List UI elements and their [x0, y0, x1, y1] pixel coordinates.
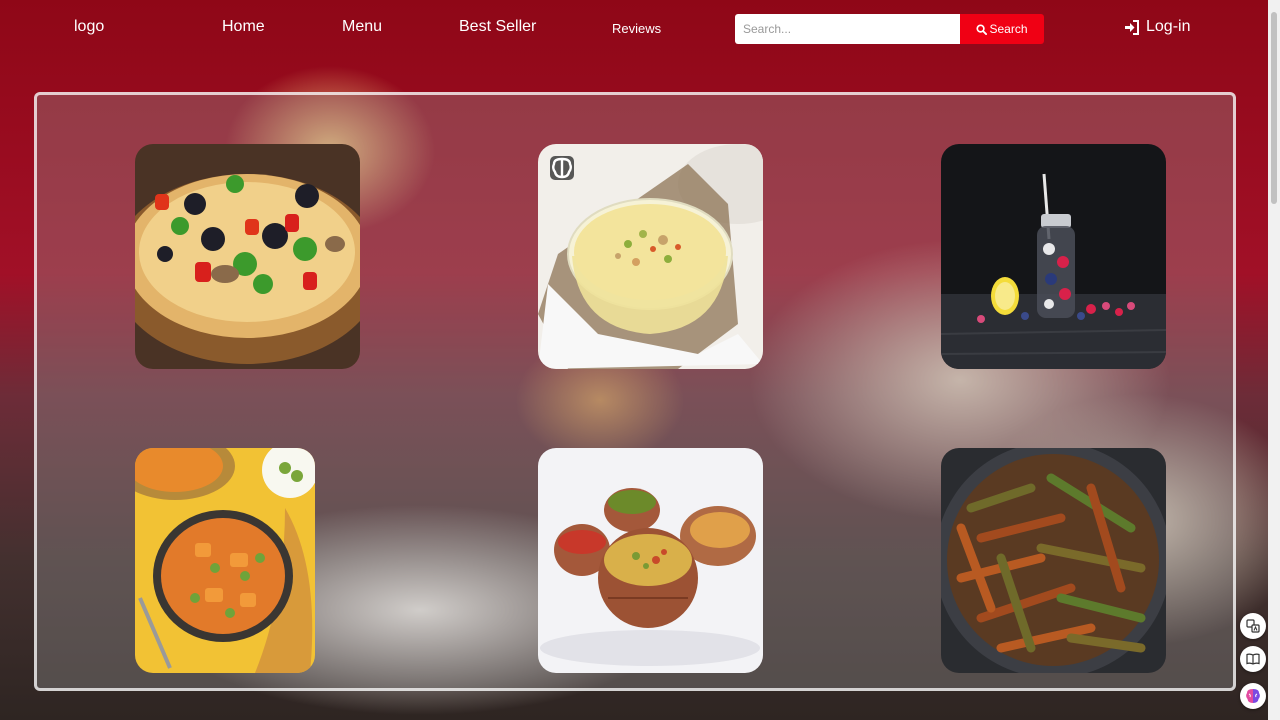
food-gallery-panel — [34, 92, 1236, 691]
brain-badge-icon[interactable] — [550, 156, 574, 180]
search-button-label: Search — [989, 22, 1028, 36]
berry-drink-image — [941, 144, 1166, 369]
reader-icon — [1246, 653, 1260, 665]
pizza-image — [135, 144, 360, 369]
search-button[interactable]: Search — [960, 14, 1044, 44]
top-navbar: logo Home Menu Best Seller Reviews Searc… — [0, 0, 1268, 58]
food-card-pizza[interactable] — [135, 144, 360, 369]
nav-best-seller[interactable]: Best Seller — [459, 18, 536, 36]
translate-icon — [1246, 619, 1260, 633]
search-input[interactable] — [735, 14, 961, 44]
food-card-clay-pot-meal[interactable] — [538, 448, 763, 673]
food-card-berry-drink[interactable] — [941, 144, 1166, 369]
translate-button[interactable] — [1240, 613, 1266, 639]
logo[interactable]: logo — [74, 18, 104, 36]
bhindi-fry-image — [941, 448, 1166, 673]
login-label: Log-in — [1146, 18, 1191, 35]
login-icon — [1125, 19, 1139, 35]
vegetable-curry-image — [135, 448, 315, 673]
food-card-kheer[interactable] — [538, 144, 763, 369]
ai-assistant-button[interactable] — [1240, 683, 1266, 709]
nav-home[interactable]: Home — [222, 18, 265, 36]
search-icon — [976, 23, 988, 35]
brain-icon — [1246, 689, 1260, 703]
login-link[interactable]: Log-in — [1124, 18, 1190, 36]
food-card-vegetable-curry[interactable] — [135, 448, 315, 673]
clay-pot-meal-image — [538, 448, 763, 673]
nav-reviews[interactable]: Reviews — [612, 21, 661, 36]
reader-mode-button[interactable] — [1240, 646, 1266, 672]
nav-menu[interactable]: Menu — [342, 18, 382, 36]
food-card-bhindi-fry[interactable] — [941, 448, 1166, 673]
scrollbar-thumb[interactable] — [1271, 12, 1277, 204]
